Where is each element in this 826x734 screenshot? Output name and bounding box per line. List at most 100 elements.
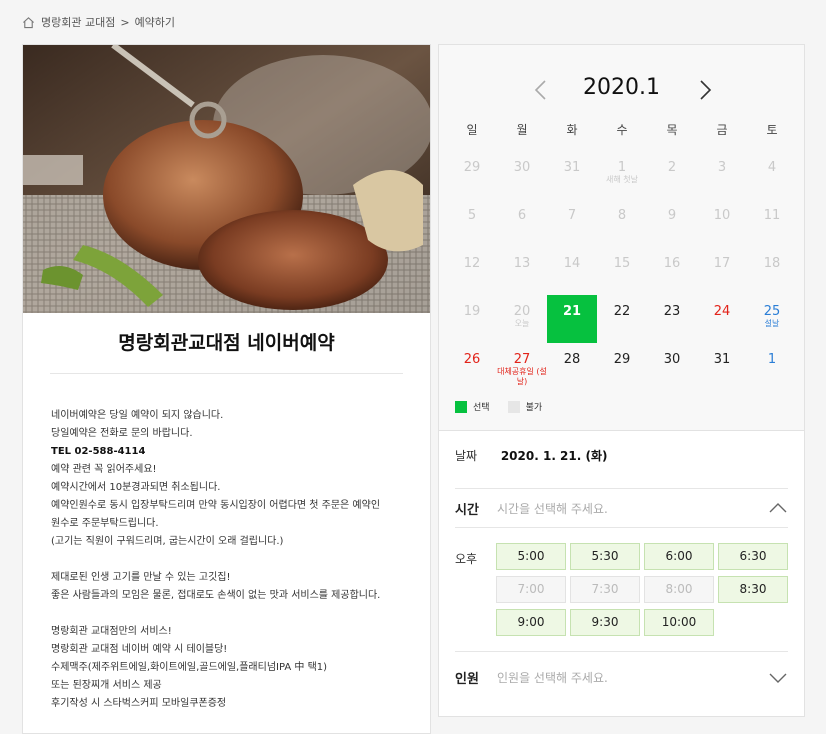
weekday-label: 금: [716, 123, 728, 137]
time-slot-button: 7:30: [570, 576, 640, 603]
calendar-day-selected[interactable]: 21: [547, 295, 597, 343]
breadcrumb-separator: >: [120, 15, 130, 29]
chevron-down-icon[interactable]: [768, 672, 788, 684]
grilled-pork-photo: [23, 45, 430, 313]
legend-selected-swatch: [455, 400, 467, 413]
description-line: 예약시간에서 10분경과되면 취소됩니다.: [51, 482, 221, 493]
calendar-day[interactable]: 23: [647, 295, 697, 343]
day-note: 오늘: [514, 319, 530, 328]
calendar-day: 17: [697, 247, 747, 295]
calendar-day: 11: [747, 199, 797, 247]
description-line: 예약 관련 꼭 읽어주세요!: [51, 464, 157, 475]
calendar-day[interactable]: 24: [697, 295, 747, 343]
time-slot-button[interactable]: 9:00: [496, 609, 566, 636]
legend-unavailable-swatch: [507, 400, 520, 413]
description-line: 당일예약은 전화로 문의 바랍니다.: [51, 428, 193, 439]
day-number: 18: [763, 256, 781, 271]
day-number: 5: [467, 208, 477, 223]
time-slot-button: 7:00: [496, 576, 566, 603]
day-number: 28: [563, 352, 581, 367]
day-number: 8: [617, 208, 627, 223]
chevron-right-icon[interactable]: [695, 79, 715, 101]
breadcrumb-store[interactable]: 명랑회관 교대점: [41, 14, 115, 30]
date-row: 날짜 2020. 1. 21. (화): [455, 447, 788, 464]
calendar-day[interactable]: 1: [747, 343, 797, 391]
calendar-month: 2020.1: [583, 75, 660, 100]
calendar-day[interactable]: 30: [647, 343, 697, 391]
calendar-day: 2: [647, 151, 697, 199]
weekday-header: 일월화수목금토: [447, 121, 797, 138]
time-slot-button[interactable]: 8:30: [718, 576, 788, 603]
time-slot-button[interactable]: 6:30: [718, 543, 788, 570]
calendar-day: 6: [497, 199, 547, 247]
chevron-up-icon[interactable]: [768, 502, 788, 514]
calendar-day[interactable]: 27 대체공휴일 (설날): [497, 343, 547, 391]
home-icon[interactable]: [22, 16, 35, 29]
description-line: 후기작성 시 스타벅스커피 모바일쿠폰증정: [51, 698, 227, 709]
calendar-day[interactable]: 22: [597, 295, 647, 343]
calendar-day[interactable]: 25 설날: [747, 295, 797, 343]
day-number: 20: [513, 304, 531, 319]
description-line: 네이버예약은 당일 예약이 되지 않습니다.: [51, 410, 224, 421]
calendar-day: 10: [697, 199, 747, 247]
calendar-day: 4: [747, 151, 797, 199]
day-number: 7: [567, 208, 577, 223]
store-title: 명랑회관교대점 네이버예약: [118, 332, 335, 354]
day-note: 새해 첫날: [606, 175, 638, 184]
day-number: 24: [713, 304, 731, 319]
calendar-day: 13: [497, 247, 547, 295]
calendar-day: 29: [447, 151, 497, 199]
description-line: 수제맥주(제주위트에일,화이트에일,골드에일,플래티넘IPA 中 택1): [51, 662, 328, 673]
date-value: 2020. 1. 21. (화): [500, 449, 608, 463]
day-number: 21: [562, 304, 582, 319]
time-slot-button[interactable]: 5:30: [570, 543, 640, 570]
description-line: 제대로된 인생 고기를 만날 수 있는 고깃집!: [51, 572, 231, 583]
day-number: 30: [663, 352, 681, 367]
day-number: 31: [563, 160, 581, 175]
time-slot-button[interactable]: 6:00: [644, 543, 714, 570]
day-number: 4: [767, 160, 777, 175]
calendar-day: 31: [547, 151, 597, 199]
calendar-day: 14: [547, 247, 597, 295]
calendar: 2020.1 일월화수목금토 29 30 31 1 새해 첫날 2 3 4 5 6 7 8 9 10 11 1…: [439, 45, 804, 431]
calendar-day: 18: [747, 247, 797, 295]
calendar-day[interactable]: 28: [547, 343, 597, 391]
time-placeholder: 시간을 선택해 주세요.: [497, 501, 608, 516]
day-number: 22: [613, 304, 631, 319]
time-slot-button[interactable]: 10:00: [644, 609, 714, 636]
day-number: 6: [517, 208, 527, 223]
legend-unavailable-label: 불가: [525, 403, 543, 413]
description-line: TEL 02-588-4114: [51, 446, 146, 457]
day-number: 30: [513, 160, 531, 175]
calendar-day: 12: [447, 247, 497, 295]
calendar-day[interactable]: 29: [597, 343, 647, 391]
title-divider: [50, 373, 403, 374]
people-selector[interactable]: 인원 인원을 선택해 주세요.: [455, 651, 788, 703]
time-slot-button[interactable]: 9:30: [570, 609, 640, 636]
calendar-day[interactable]: 26: [447, 343, 497, 391]
calendar-day: 16: [647, 247, 697, 295]
time-slot-button[interactable]: 5:00: [496, 543, 566, 570]
day-number: 10: [713, 208, 731, 223]
time-selector[interactable]: 시간 시간을 선택해 주세요.: [455, 488, 788, 528]
calendar-day: 19: [447, 295, 497, 343]
day-number: 3: [717, 160, 727, 175]
weekday-label: 토: [766, 123, 778, 137]
day-number: 29: [463, 160, 481, 175]
weekday-label: 수: [616, 123, 628, 137]
calendar-day: 9: [647, 199, 697, 247]
weekday-label: 목: [666, 123, 678, 137]
day-number: 1: [767, 352, 777, 367]
breadcrumb-current: 예약하기: [134, 16, 176, 29]
description-line: 좋은 사람들과의 모임은 물론, 접대로도 손색이 없는 맛과 서비스를 제공합…: [51, 590, 381, 601]
booking-panel: 2020.1 일월화수목금토 29 30 31 1 새해 첫날 2 3 4 5 6 7 8 9 10 11 1…: [438, 44, 805, 717]
description-line: 또는 된장찌개 서비스 제공: [51, 680, 162, 691]
day-note: 설날: [764, 319, 780, 328]
calendar-day: 5: [447, 199, 497, 247]
store-info-panel: 명랑회관교대점 네이버예약 네이버예약은 당일 예약이 되지 않습니다. 당일예약…: [22, 44, 431, 734]
calendar-day: 30: [497, 151, 547, 199]
day-number: 16: [663, 256, 681, 271]
pm-label: 오후: [455, 552, 478, 566]
time-label: 시간: [455, 502, 479, 518]
calendar-day[interactable]: 31: [697, 343, 747, 391]
